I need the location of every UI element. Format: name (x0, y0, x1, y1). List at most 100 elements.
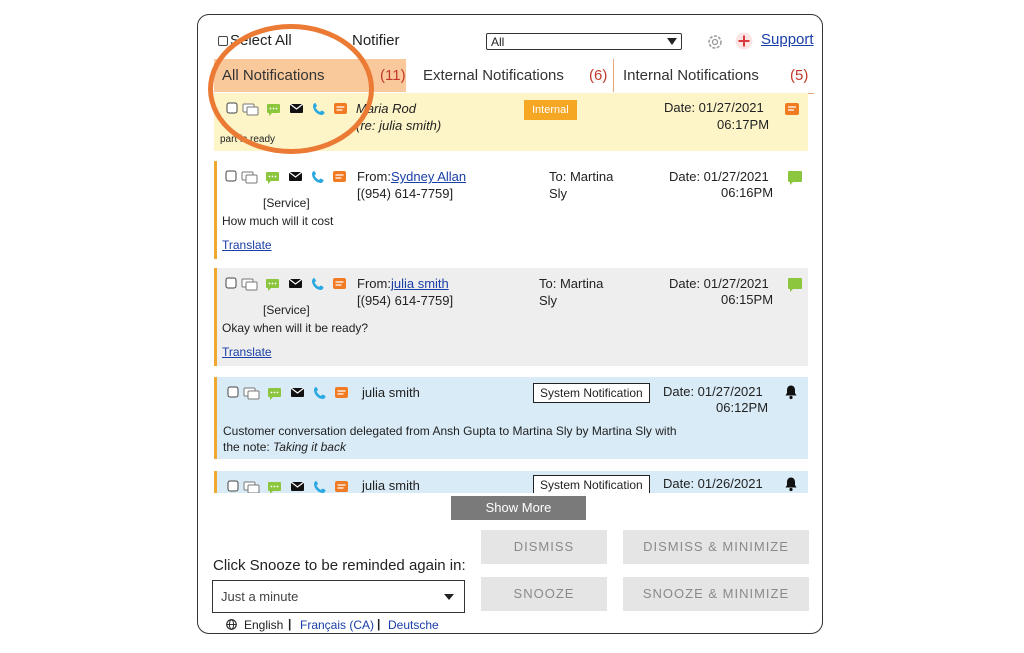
phone-icon[interactable] (313, 385, 330, 401)
tab-all-notifications[interactable]: All Notifications (11) (214, 59, 406, 92)
language-separator: | (377, 617, 381, 631)
globe-icon (226, 619, 237, 630)
chevron-down-icon (667, 38, 677, 45)
notification-tabs: All Notifications (11) External Notifica… (214, 59, 814, 94)
email-icon[interactable] (288, 169, 305, 185)
show-more-button[interactable]: Show More (451, 496, 586, 520)
phone-icon[interactable] (313, 479, 330, 493)
translate-link[interactable]: Translate (222, 238, 272, 252)
body-text: with (651, 424, 677, 438)
language-german[interactable]: Deutsche (388, 618, 439, 632)
notification-date: Date: 01/27/2021 (664, 100, 764, 115)
sms-icon[interactable] (265, 169, 282, 185)
notification-time: 06:12PM (716, 400, 769, 415)
select-all-checkbox[interactable] (218, 36, 228, 46)
message-body: Customer conversation delegated from Ans… (223, 423, 677, 455)
select-checkbox[interactable] (225, 169, 239, 185)
snooze-label: Click Snooze to be reminded again in: (213, 557, 466, 574)
tab-external-notifications[interactable]: External Notifications (6) (414, 59, 614, 92)
tab-internal-notifications[interactable]: Internal Notifications (5) (614, 59, 814, 92)
tab-label: External Notifications (423, 67, 564, 84)
select-checkbox[interactable] (227, 479, 241, 493)
language-english[interactable]: English (244, 618, 283, 632)
notification-item[interactable]: julia smith System Notification Date: 01… (214, 471, 808, 493)
body-text: Customer conversation delegated from (223, 424, 433, 438)
chevron-down-icon (444, 594, 454, 600)
dismiss-minimize-button[interactable]: DISMISS & MINIMIZE (623, 530, 809, 564)
notification-item[interactable]: From:Sydney Allan [(954) 614-7759] To: M… (214, 161, 808, 259)
sms-icon[interactable] (267, 479, 284, 493)
sms-icon (788, 171, 802, 185)
notifier-filter-value: All (491, 35, 505, 49)
tab-count: (6) (589, 67, 608, 84)
recipient: To: Martina (539, 276, 604, 291)
language-french[interactable]: Français (CA) (300, 618, 374, 632)
note-icon[interactable] (332, 276, 349, 292)
select-checkbox[interactable] (225, 276, 239, 292)
internal-badge: Internal (524, 100, 577, 120)
sms-icon[interactable] (266, 101, 283, 117)
snooze-duration-select[interactable]: Just a minute (212, 580, 465, 613)
body-person: Martina Sly (591, 424, 652, 438)
sender-name: Maria Rod (356, 101, 416, 116)
chat-bubbles-icon[interactable] (241, 169, 260, 185)
body-text: to (495, 424, 513, 438)
notification-panel: Select All Notifier All Support All Noti… (197, 14, 823, 634)
select-checkbox[interactable] (226, 101, 240, 117)
snooze-button[interactable]: SNOOZE (481, 577, 607, 611)
phone-icon[interactable] (311, 276, 328, 292)
support-link[interactable]: Support (761, 31, 814, 48)
body-person: Martina Sly (512, 424, 573, 438)
chat-bubbles-icon[interactable] (242, 101, 261, 117)
sender-link[interactable]: Sydney Allan (391, 169, 466, 184)
sender-name: julia smith (362, 385, 420, 400)
email-icon[interactable] (290, 479, 307, 493)
notification-item[interactable]: julia smith System Notification Date: 01… (214, 377, 808, 459)
note-icon[interactable] (332, 169, 349, 185)
notification-item[interactable]: Maria Rod (re: julia smith) Internal Dat… (214, 93, 808, 151)
notification-time: 06:17PM (717, 117, 770, 132)
note-icon[interactable] (334, 479, 351, 493)
message-body: part is ready (220, 134, 276, 145)
chat-bubbles-icon[interactable] (243, 479, 262, 493)
sms-icon (788, 278, 802, 292)
snooze-duration-value: Just a minute (221, 589, 299, 604)
translate-link[interactable]: Translate (222, 345, 272, 359)
email-icon[interactable] (289, 101, 306, 117)
language-separator: | (288, 617, 292, 631)
sms-icon[interactable] (267, 385, 284, 401)
select-all-label: Select All (230, 32, 292, 49)
note-icon (785, 103, 799, 115)
from-prefix: From: (357, 169, 391, 184)
select-checkbox[interactable] (227, 385, 241, 401)
chat-bubbles-icon[interactable] (241, 276, 260, 292)
message-body: How much will it cost (222, 214, 334, 228)
system-notification-badge: System Notification (533, 475, 650, 493)
snooze-minimize-button[interactable]: SNOOZE & MINIMIZE (623, 577, 809, 611)
bell-icon (785, 477, 797, 492)
email-icon[interactable] (290, 385, 307, 401)
sender-phone: [(954) 614-7759] (357, 293, 454, 308)
note-icon[interactable] (334, 385, 351, 401)
notification-date: Date: 01/27/2021 (663, 384, 763, 399)
body-text: by (572, 424, 592, 438)
message-body: Okay when will it be ready? (222, 321, 369, 335)
service-tag: [Service] (263, 303, 310, 317)
email-icon[interactable] (288, 276, 305, 292)
chat-bubbles-icon[interactable] (243, 385, 262, 401)
dismiss-button[interactable]: DISMISS (481, 530, 607, 564)
sms-icon[interactable] (265, 276, 282, 292)
sender-reference: (re: julia smith) (356, 118, 442, 133)
notifier-label: Notifier (352, 32, 400, 49)
notification-item[interactable]: From:julia smith [(954) 614-7759] To: Ma… (214, 268, 808, 366)
phone-icon[interactable] (311, 169, 328, 185)
sender-link[interactable]: julia smith (391, 276, 449, 291)
gear-icon[interactable] (706, 33, 724, 51)
notifier-filter-select[interactable]: All (486, 33, 682, 50)
add-icon[interactable] (735, 32, 753, 50)
notification-list: Maria Rod (re: julia smith) Internal Dat… (214, 93, 814, 493)
note-icon[interactable] (333, 101, 350, 117)
phone-icon[interactable] (312, 101, 329, 117)
notification-time: 06:16PM (721, 185, 774, 200)
notification-time: 06:15PM (721, 292, 774, 307)
